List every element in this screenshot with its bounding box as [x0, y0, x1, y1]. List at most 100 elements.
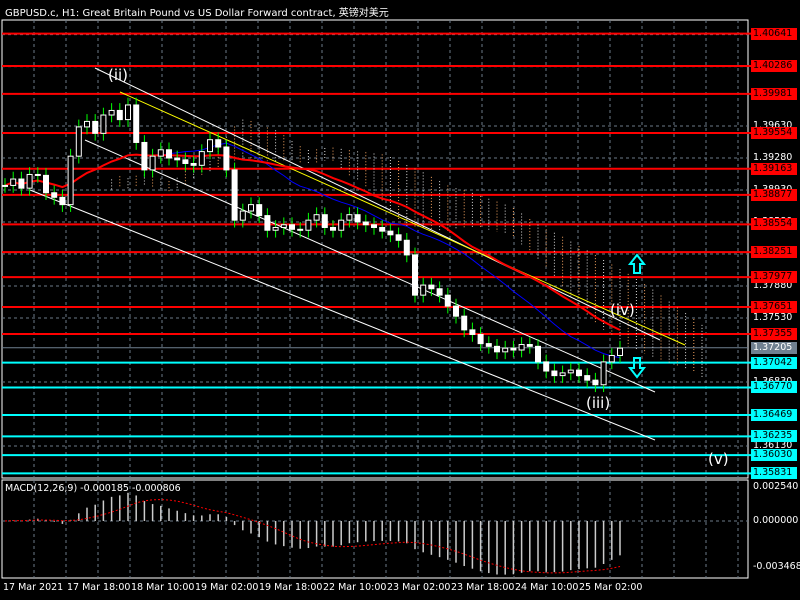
candle-body	[10, 178, 17, 186]
candle-body	[141, 141, 148, 171]
candle-body	[559, 372, 566, 377]
candle-body	[592, 379, 599, 386]
candle-body	[157, 149, 164, 157]
support-price-label: 1.35831	[751, 467, 797, 480]
candle-body	[256, 204, 263, 217]
price-tick: 1.37530	[753, 312, 793, 323]
candle-body	[362, 221, 369, 226]
candle-body	[526, 344, 533, 347]
candle-body	[166, 149, 172, 159]
chart-title: GBPUSD.c, H1: Great Britain Pound vs US …	[5, 8, 389, 19]
wave-label-v: (v)	[708, 450, 729, 468]
candle-body	[133, 104, 140, 143]
time-label: 23 Mar 02:00	[387, 582, 451, 593]
macd-label: MACD(12,26,9) -0.000185 -0.000806	[5, 483, 181, 494]
macd-tick: 0.002540	[753, 481, 799, 492]
candle-body	[576, 369, 582, 377]
candle-body	[198, 151, 205, 166]
candle-body	[510, 347, 517, 351]
candle-body	[280, 224, 287, 228]
support-price-label: 1.36469	[751, 409, 797, 421]
candle-body	[387, 230, 394, 236]
candle-body	[444, 294, 451, 307]
candle-body	[395, 234, 402, 241]
candle-body	[149, 155, 156, 171]
resistance-price-label: 1.37651	[751, 300, 797, 313]
resistance-price-label: 1.40641	[751, 27, 797, 40]
candle-body	[313, 214, 320, 221]
candle-body	[338, 219, 345, 231]
up-arrow-icon	[627, 253, 647, 274]
time-label: 24 Mar 10:00	[515, 582, 579, 593]
candle-body	[354, 214, 361, 223]
candle-body	[239, 210, 246, 221]
support-price-label: 1.36770	[751, 381, 797, 394]
channel-line	[84, 139, 656, 393]
time-label: 19 Mar 18:00	[259, 582, 323, 593]
resistance-price-label: 1.37977	[751, 271, 797, 284]
candle-body	[34, 173, 41, 176]
candle-body	[289, 224, 295, 230]
resistance-price-label: 1.40286	[751, 60, 797, 73]
candle-body	[125, 104, 131, 121]
candle-body	[207, 139, 213, 153]
candle-body	[469, 329, 476, 335]
channel-line	[94, 67, 661, 341]
candle-body	[502, 347, 509, 353]
candle-body	[2, 184, 8, 187]
resistance-price-label: 1.38554	[751, 218, 797, 231]
resistance-price-label: 1.38877	[751, 188, 797, 201]
candle-body	[535, 345, 541, 363]
macd-tick: 0.000000	[753, 515, 799, 526]
candle-body	[182, 159, 189, 164]
candle-body	[371, 224, 377, 228]
wave-label-iv: (iv)	[610, 301, 635, 319]
candle-body	[379, 226, 386, 232]
candle-body	[412, 254, 418, 296]
candle-body	[330, 226, 336, 231]
moving-average-fast	[4, 153, 621, 331]
time-label: 17 Mar 2021	[3, 582, 64, 593]
candle-body	[108, 109, 115, 116]
candle-body	[51, 192, 58, 198]
candle-body	[543, 361, 550, 372]
candle-body	[59, 196, 66, 206]
candle-body	[477, 333, 484, 345]
candle-body	[190, 162, 197, 166]
candle-body	[18, 178, 25, 189]
candle-body	[600, 361, 607, 386]
bid-price-label: 1.37205	[751, 341, 797, 354]
candle-body	[305, 219, 312, 231]
candle-body	[92, 120, 99, 134]
candle-body	[116, 109, 123, 121]
candle-body	[174, 157, 181, 161]
candle-body	[100, 114, 107, 134]
support-price-label: 1.37042	[751, 356, 797, 369]
chart-canvas[interactable]	[0, 0, 800, 600]
candle-body	[428, 284, 435, 290]
resistance-price-label: 1.37355	[751, 328, 797, 340]
resistance-price-label: 1.39163	[751, 162, 797, 175]
candle-body	[84, 120, 90, 128]
resistance-price-label: 1.39554	[751, 126, 797, 139]
candle-body	[420, 284, 427, 296]
resistance-price-label: 1.38251	[751, 246, 797, 259]
time-label: 19 Mar 02:00	[195, 582, 259, 593]
resistance-price-label: 1.39981	[751, 87, 797, 100]
macd-pane-frame	[1, 479, 749, 579]
wave-label-iii: (iii)	[586, 394, 611, 412]
candle-body	[264, 215, 271, 231]
candle-body	[346, 214, 353, 221]
candle-body	[518, 344, 525, 351]
macd-tick: -0.003468	[753, 561, 800, 573]
candle-body	[67, 155, 74, 206]
candle-body	[248, 204, 254, 212]
candle-body	[403, 239, 410, 256]
candle-body	[567, 369, 574, 374]
support-price-label: 1.36235	[751, 430, 797, 443]
candle-body	[461, 315, 468, 331]
support-price-label: 1.36030	[751, 449, 797, 462]
time-label: 23 Mar 18:00	[451, 582, 515, 593]
wave-label-ii: (ii)	[108, 66, 129, 84]
time-label: 22 Mar 10:00	[323, 582, 387, 593]
